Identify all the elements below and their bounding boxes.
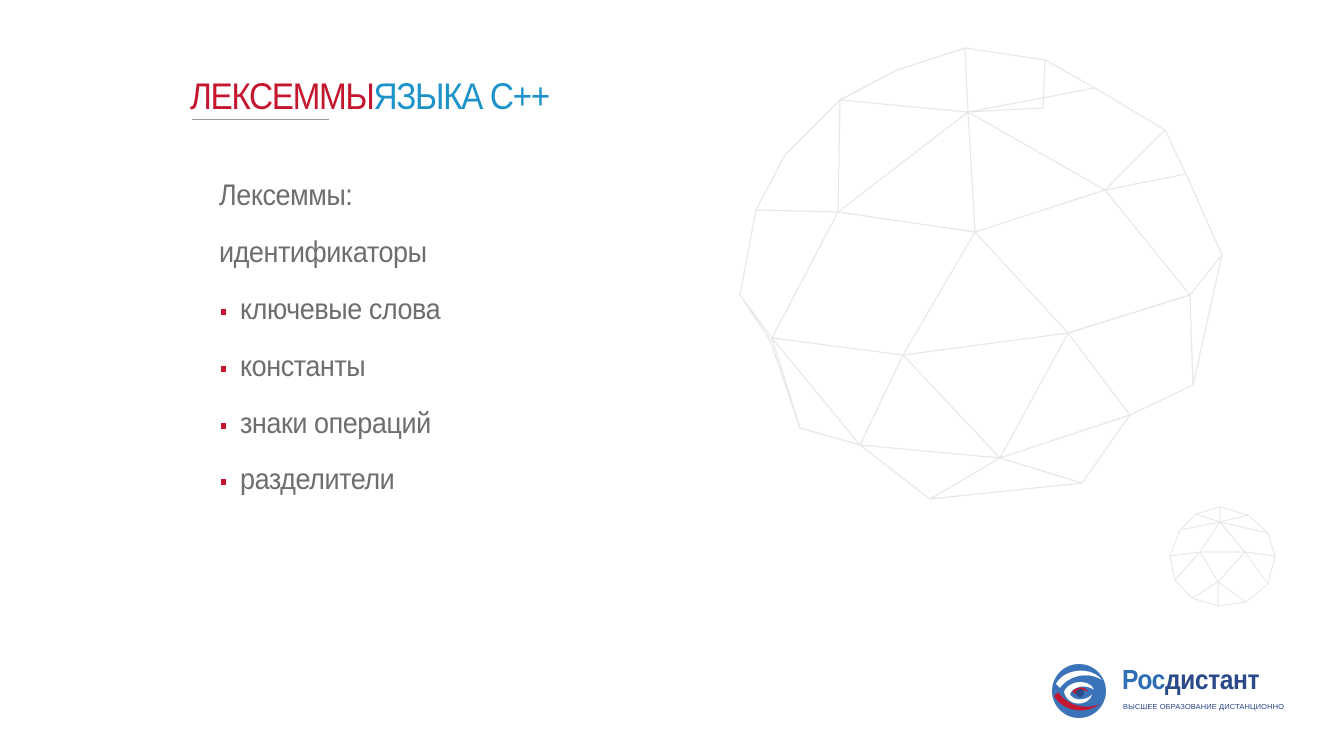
bullet-marker (221, 309, 226, 315)
title-underline (192, 119, 329, 120)
bullet-marker (221, 366, 226, 372)
logo-name: Росдистант (1122, 664, 1260, 696)
rosdistant-logo: Росдистант ВЫСШЕЕ ОБРАЗОВАНИЕ ДИСТАНЦИОН… (1050, 662, 1290, 722)
bullet-text: константы (240, 350, 366, 383)
logo-name-part1: Рос (1122, 664, 1165, 695)
slide-title-part1: ЛЕКСЕММЫ (190, 76, 375, 117)
logo-name-part2: дистант (1164, 664, 1260, 695)
small-geodesic-sphere (1169, 506, 1276, 607)
content-line-lexemes: Лексеммы: (219, 179, 353, 212)
rosdistant-globe-icon (1052, 664, 1106, 718)
bullet-text: разделители (240, 463, 395, 496)
large-geodesic-sphere (739, 47, 1223, 500)
bullet-marker (221, 423, 226, 429)
logo-tagline: ВЫСШЕЕ ОБРАЗОВАНИЕ ДИСТАНЦИОННО (1123, 702, 1285, 711)
slide-title-part2: ЯЗЫКА С++ (373, 76, 551, 117)
bullet-text: ключевые слова (240, 293, 441, 326)
slide-title: ЛЕКСЕММЫЯЗЫКА С++ (190, 74, 551, 120)
presentation-slide: ЛЕКСЕММЫЯЗЫКА С++ Лексеммы: идентификато… (0, 0, 1332, 749)
content-line-identifiers: идентификаторы (219, 236, 427, 269)
bullet-marker (221, 479, 226, 485)
bullet-text: знаки операций (240, 407, 431, 440)
